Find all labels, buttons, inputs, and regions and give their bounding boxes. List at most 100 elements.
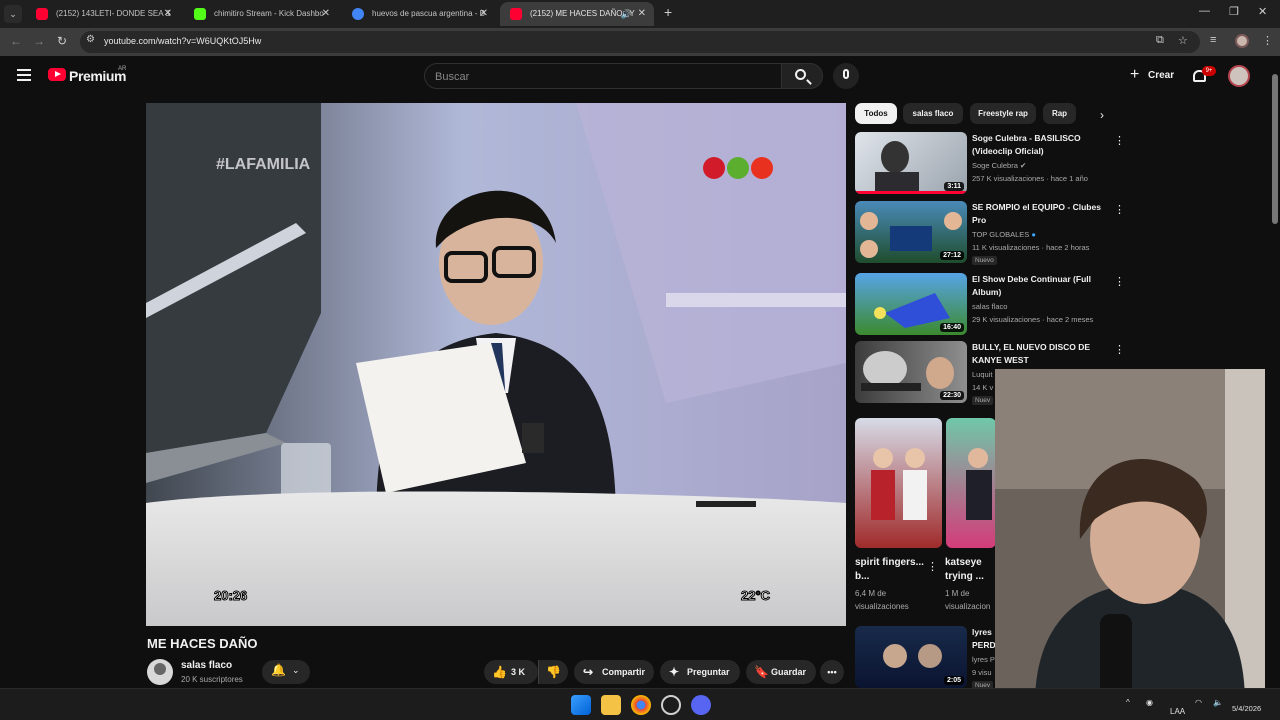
voice-search-button[interactable] xyxy=(833,63,859,89)
rec-title[interactable]: lyres PERD xyxy=(972,626,996,652)
video-thumbnail[interactable]: 22:30 xyxy=(855,341,967,403)
restore-icon[interactable]: ❐ xyxy=(1229,5,1239,18)
profile-avatar-icon[interactable] xyxy=(1235,34,1249,48)
bookmark-star-icon[interactable]: ☆ xyxy=(1178,34,1188,47)
dislike-button[interactable]: 👎 xyxy=(538,660,568,684)
browser-tab-3[interactable]: huevos de pascua argentina - B ✕ xyxy=(342,2,496,26)
video-frame: #LAFAMILIA 20:26 22°C xyxy=(146,103,846,626)
more-vertical-icon[interactable]: ⋮ xyxy=(1114,343,1125,356)
tab-title: chimitiro Stream - Kick Dashbo xyxy=(214,9,324,18)
tab-search-icon[interactable]: ⌄ xyxy=(4,5,22,23)
recommendation-item[interactable]: 27:12 SE ROMPIO el EQUIPO - Clubes Pro T… xyxy=(855,201,1125,265)
like-count: 3 K xyxy=(511,667,526,677)
windows-taskbar: ^ ◉ LAA ◠ 🔈 5/4/2026 xyxy=(0,688,1280,720)
search-placeholder: Buscar xyxy=(435,71,470,83)
video-thumbnail[interactable]: 16:40 xyxy=(855,273,967,335)
video-player[interactable]: #LAFAMILIA 20:26 22°C xyxy=(146,103,846,626)
page-scrollbar[interactable] xyxy=(1272,74,1278,224)
close-icon[interactable]: ✕ xyxy=(638,2,646,26)
close-icon[interactable]: ✕ xyxy=(322,2,330,26)
site-info-icon[interactable]: ⚙ xyxy=(86,34,95,45)
obs-icon[interactable] xyxy=(661,695,681,715)
search-input[interactable]: Buscar xyxy=(424,63,782,89)
video-duration: 22:30 xyxy=(940,391,964,400)
rec-meta: 257 K visualizaciones · hace 1 año xyxy=(972,174,1088,183)
browser-tab-1[interactable]: (2152) 143LETI- DONDE SEA & ✕ xyxy=(26,2,180,26)
more-vertical-icon[interactable]: ⋮ xyxy=(1114,275,1125,288)
close-icon[interactable]: ✕ xyxy=(164,2,172,26)
rec-channel: Soge Culebra ✔ xyxy=(972,161,1027,170)
more-actions-button[interactable]: ••• xyxy=(820,660,844,684)
more-vertical-icon[interactable]: ⋮ xyxy=(927,560,938,573)
tab-title: (2152) ME HACES DAÑO - Y xyxy=(530,9,635,18)
tab-title: huevos de pascua argentina - B xyxy=(372,9,485,18)
save-button[interactable]: 🔖 Guardar xyxy=(746,660,816,684)
back-icon[interactable]: ← xyxy=(10,34,22,48)
file-explorer-icon[interactable] xyxy=(601,695,621,715)
video-temperature: 22°C xyxy=(741,588,771,603)
chevron-right-icon[interactable]: › xyxy=(1100,108,1104,122)
subscription-bell-button[interactable]: 🔔 ⌄ xyxy=(262,660,310,684)
rec-title[interactable]: BULLY, EL NUEVO DISCO DE KANYE WEST xyxy=(972,341,1112,367)
address-bar[interactable]: ⚙ youtube.com/watch?v=W6UQKtOJ5Hw ⧉ ☆ xyxy=(80,31,1200,53)
like-button[interactable]: 👍 3 K xyxy=(484,660,538,684)
short-title[interactable]: katseye trying ... xyxy=(945,556,995,584)
search-button[interactable] xyxy=(781,63,823,89)
youtube-logo-icon[interactable] xyxy=(48,68,66,81)
wifi-icon[interactable]: ◠ xyxy=(1195,698,1202,707)
create-button[interactable]: + Crear xyxy=(1124,63,1180,89)
chip-channel[interactable]: salas flaco xyxy=(903,103,963,124)
browser-tab-2[interactable]: chimitiro Stream - Kick Dashbo ✕ xyxy=(184,2,338,26)
keyboard-language[interactable]: LAA xyxy=(1170,707,1185,716)
speaker-icon[interactable]: 🔊 xyxy=(621,2,632,26)
start-windows-icon[interactable] xyxy=(571,695,591,715)
account-avatar[interactable] xyxy=(1228,65,1250,87)
rec-channel: TOP GLOBALES ● xyxy=(972,230,1036,239)
channel-name[interactable]: salas flaco xyxy=(181,660,232,671)
rec-title[interactable]: El Show Debe Continuar (Full Album) xyxy=(972,273,1112,299)
share-button[interactable]: ↪ Compartir xyxy=(574,660,654,684)
thumbs-down-icon: 👎 xyxy=(546,665,561,679)
bookmark-icon: 🔖 xyxy=(754,665,769,679)
chip-all[interactable]: Todos xyxy=(855,103,897,124)
close-icon[interactable]: ✕ xyxy=(480,2,488,26)
bell-icon: 🔔 xyxy=(271,663,286,677)
reload-icon[interactable]: ↻ xyxy=(57,34,67,48)
discord-icon[interactable] xyxy=(691,695,711,715)
rec-title[interactable]: SE ROMPIO el EQUIPO - Clubes Pro xyxy=(972,201,1112,227)
volume-icon[interactable]: 🔈 xyxy=(1213,698,1223,707)
chevron-down-icon: ⌄ xyxy=(292,665,300,675)
ask-button[interactable]: ✦ Preguntar xyxy=(660,660,740,684)
new-badge: Nuevo xyxy=(972,256,997,265)
guide-menu-icon[interactable] xyxy=(17,69,31,81)
media-icon[interactable]: ≡ xyxy=(1210,34,1216,46)
close-window-icon[interactable]: ✕ xyxy=(1258,5,1267,18)
recommendation-item[interactable]: 3:11 Soge Culebra - BASILISCO (Videoclip… xyxy=(855,132,1125,194)
recommendation-item[interactable]: 16:40 El Show Debe Continuar (Full Album… xyxy=(855,273,1125,335)
rec-title[interactable]: Soge Culebra - BASILISCO (Videoclip Ofic… xyxy=(972,132,1112,158)
chip-freestyle-rap[interactable]: Freestyle rap xyxy=(970,103,1036,124)
chip-rap[interactable]: Rap xyxy=(1043,103,1076,124)
forward-icon[interactable]: → xyxy=(33,34,45,48)
more-vertical-icon[interactable]: ⋮ xyxy=(1114,134,1125,147)
minimize-icon[interactable]: — xyxy=(1199,5,1210,17)
chrome-icon[interactable] xyxy=(631,695,651,715)
more-vertical-icon[interactable]: ⋮ xyxy=(1114,203,1125,216)
video-thumbnail[interactable]: 27:12 xyxy=(855,201,967,263)
tray-chevron-icon[interactable]: ^ xyxy=(1126,698,1130,707)
taskbar-date: 5/4/2026 xyxy=(1232,704,1262,713)
youtube-favicon-icon xyxy=(510,8,522,20)
video-thumbnail[interactable]: 3:11 xyxy=(855,132,967,194)
new-tab-icon[interactable]: + xyxy=(664,4,672,20)
channel-avatar[interactable] xyxy=(147,659,173,685)
short-thumbnail[interactable] xyxy=(946,418,996,548)
browser-tab-4[interactable]: (2152) ME HACES DAÑO - Y 🔊 ✕ xyxy=(500,2,654,26)
install-app-icon[interactable]: ⧉ xyxy=(1156,34,1164,47)
tray-app-icon[interactable]: ◉ xyxy=(1146,698,1153,707)
video-thumbnail[interactable]: 2:05 xyxy=(855,626,967,688)
short-title[interactable]: spirit fingers... b... xyxy=(855,556,925,584)
youtube-favicon-icon xyxy=(36,8,48,20)
short-thumbnail[interactable] xyxy=(855,418,942,548)
chrome-menu-icon[interactable]: ⋮ xyxy=(1262,34,1273,47)
url-text: youtube.com/watch?v=W6UQKtOJ5Hw xyxy=(104,36,262,46)
